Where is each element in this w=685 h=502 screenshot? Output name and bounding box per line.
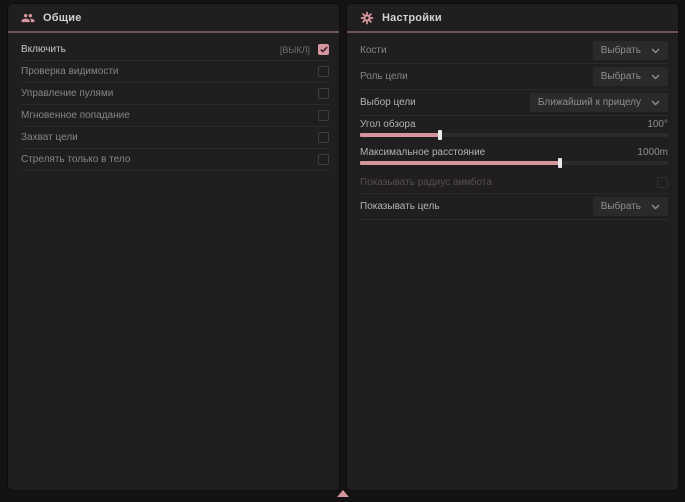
bullet-control-checkbox[interactable] [318, 88, 329, 99]
row-label: Максимальное расстояние [360, 147, 637, 158]
row-label: Стрелять только в тело [21, 154, 318, 165]
fov-slider[interactable] [360, 133, 668, 137]
row-label: Мгновенное попадание [21, 110, 318, 121]
chevron-down-icon [651, 48, 660, 54]
toggle-row-target-lock[interactable]: Захват цели [21, 127, 329, 149]
target-lock-checkbox[interactable] [318, 132, 329, 143]
row-label: Управление пулями [21, 88, 318, 99]
row-label: Показывать цель [360, 201, 593, 212]
select-row-bones: Кости Выбрать [360, 38, 668, 64]
slider-fill[interactable] [360, 133, 440, 137]
settings-rows: Кости Выбрать Роль цели Выбрать Выбор це… [347, 33, 678, 220]
select-value: Ближайший к прицелу [538, 97, 641, 108]
row-label: Показывать радиус аимбота [360, 177, 657, 188]
row-label: Угол обзора [360, 119, 647, 130]
visibility-check-checkbox[interactable] [318, 66, 329, 77]
chevron-down-icon [651, 204, 660, 210]
show-aimbot-radius-checkbox[interactable] [657, 177, 668, 188]
select-row-target-selection: Выбор цели Ближайший к прицелу [360, 90, 668, 116]
slider-row-fov: Угол обзора 100° [360, 116, 668, 144]
people-icon [21, 11, 35, 25]
general-rows: Включить [ВЫКЛ] Проверка видимости Управ… [8, 33, 339, 171]
show-target-select[interactable]: Выбрать [593, 197, 668, 216]
toggle-row-instant-hit[interactable]: Мгновенное попадание [21, 105, 329, 127]
panel-general-header: Общие [8, 4, 339, 31]
slider-fill[interactable] [360, 161, 560, 165]
panel-settings-header: Настройки [347, 4, 678, 31]
row-label: Роль цели [360, 71, 593, 82]
chevron-down-icon [651, 100, 660, 106]
instant-hit-checkbox[interactable] [318, 110, 329, 121]
slider-value: 1000m [637, 147, 668, 158]
select-value: Выбрать [601, 45, 641, 56]
panel-title: Настройки [382, 12, 442, 24]
select-value: Выбрать [601, 71, 641, 82]
target-selection-select[interactable]: Ближайший к прицелу [530, 93, 668, 112]
chevron-down-icon [651, 74, 660, 80]
target-role-select[interactable]: Выбрать [593, 67, 668, 86]
slider-value: 100° [647, 119, 668, 130]
slider-row-max-distance: Максимальное расстояние 1000m [360, 144, 668, 172]
triangle-up-icon[interactable] [337, 490, 349, 497]
select-row-show-target: Показывать цель Выбрать [360, 194, 668, 220]
row-label: Кости [360, 45, 593, 56]
toggle-row-enable[interactable]: Включить [ВЫКЛ] [21, 39, 329, 61]
bones-select[interactable]: Выбрать [593, 41, 668, 60]
check-icon [320, 46, 328, 53]
max-distance-slider[interactable] [360, 161, 668, 165]
body-only-checkbox[interactable] [318, 154, 329, 165]
panel-settings: Настройки Кости Выбрать Роль цели Выбрат… [347, 4, 678, 490]
gear-icon [360, 11, 374, 25]
row-label: Захват цели [21, 132, 318, 143]
panel-title: Общие [43, 12, 82, 24]
row-label: Включить [21, 44, 280, 55]
select-value: Выбрать [601, 201, 641, 212]
row-label: Выбор цели [360, 97, 530, 108]
panel-general: Общие Включить [ВЫКЛ] Проверка видимости… [8, 4, 339, 490]
toggle-row-show-aimbot-radius: Показывать радиус аимбота [360, 172, 668, 194]
row-label: Проверка видимости [21, 66, 318, 77]
toggle-row-bullet-control[interactable]: Управление пулями [21, 83, 329, 105]
keybind-hint: [ВЫКЛ] [280, 45, 310, 55]
toggle-row-body-only[interactable]: Стрелять только в тело [21, 149, 329, 171]
select-row-target-role: Роль цели Выбрать [360, 64, 668, 90]
toggle-row-visibility-check[interactable]: Проверка видимости [21, 61, 329, 83]
enable-checkbox[interactable] [318, 44, 329, 55]
